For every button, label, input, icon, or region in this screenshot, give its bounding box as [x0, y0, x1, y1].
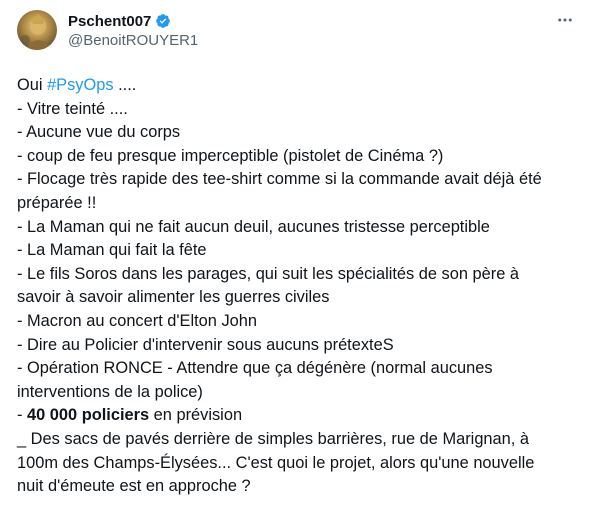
intro-suffix: ....: [113, 76, 137, 94]
bold-text: 40 000 policiers: [27, 406, 150, 425]
tweet-line: - coup de feu presque imperceptible (pis…: [17, 146, 444, 165]
tweet-line: - Dire au Policier d'intervenir sous auc…: [17, 335, 394, 354]
tweet-line: 100m des Champs-Élysées... C'est quoi le…: [17, 453, 535, 472]
tweet-line: - Opération RONCE - Attendre que ça dégé…: [17, 359, 493, 378]
author-name-row[interactable]: Pschent007: [68, 11, 171, 31]
tweet-line: - Macron au concert d'Elton John: [17, 311, 258, 330]
author-handle[interactable]: @BenoitROUYER1: [68, 32, 198, 49]
tweet-line: nuit d'émeute est en approche ?: [17, 477, 251, 496]
tweet-line: interventions de la police): [17, 382, 203, 401]
tweet-line: savoir à savoir alimenter les guerres ci…: [17, 288, 330, 307]
avatar[interactable]: [17, 10, 57, 50]
more-options-button[interactable]: [554, 9, 576, 31]
tweet-line-intro: Oui #PsyOps ....: [17, 74, 577, 98]
bold-line-suffix: en prévision: [149, 406, 243, 425]
tweet-line: - Aucune vue du corps: [17, 123, 181, 142]
bold-line-prefix: -: [17, 406, 28, 425]
tweet-line: - La Maman qui ne fait aucun deuil, aucu…: [17, 217, 490, 236]
tweet-card: Pschent007 @BenoitROUYER1 Oui #PsyOps ..…: [0, 0, 590, 507]
tweet-line: préparée !!: [17, 193, 97, 212]
verified-badge-icon: [155, 13, 171, 29]
tweet-line: - La Maman qui fait la fête: [17, 241, 207, 260]
hashtag-link[interactable]: #PsyOps: [47, 76, 114, 94]
author-display-name[interactable]: Pschent007: [68, 13, 151, 30]
more-horizontal-icon: [558, 18, 572, 22]
intro-prefix: Oui: [17, 76, 48, 94]
tweet-line: - Le fils Soros dans les parages, qui su…: [17, 264, 520, 283]
tweet-line: - Flocage très rapide des tee-shirt comm…: [17, 170, 542, 189]
avatar-image: [17, 10, 57, 50]
tweet-line-bold: - 40 000 policiers en prévision: [17, 404, 577, 428]
tweet-line: - Vitre teinté ....: [17, 99, 128, 118]
tweet-line: _ Des sacs de pavés derrière de simples …: [17, 429, 529, 448]
tweet-text: Oui #PsyOps .... - Vitre teinté .... - A…: [17, 74, 577, 499]
